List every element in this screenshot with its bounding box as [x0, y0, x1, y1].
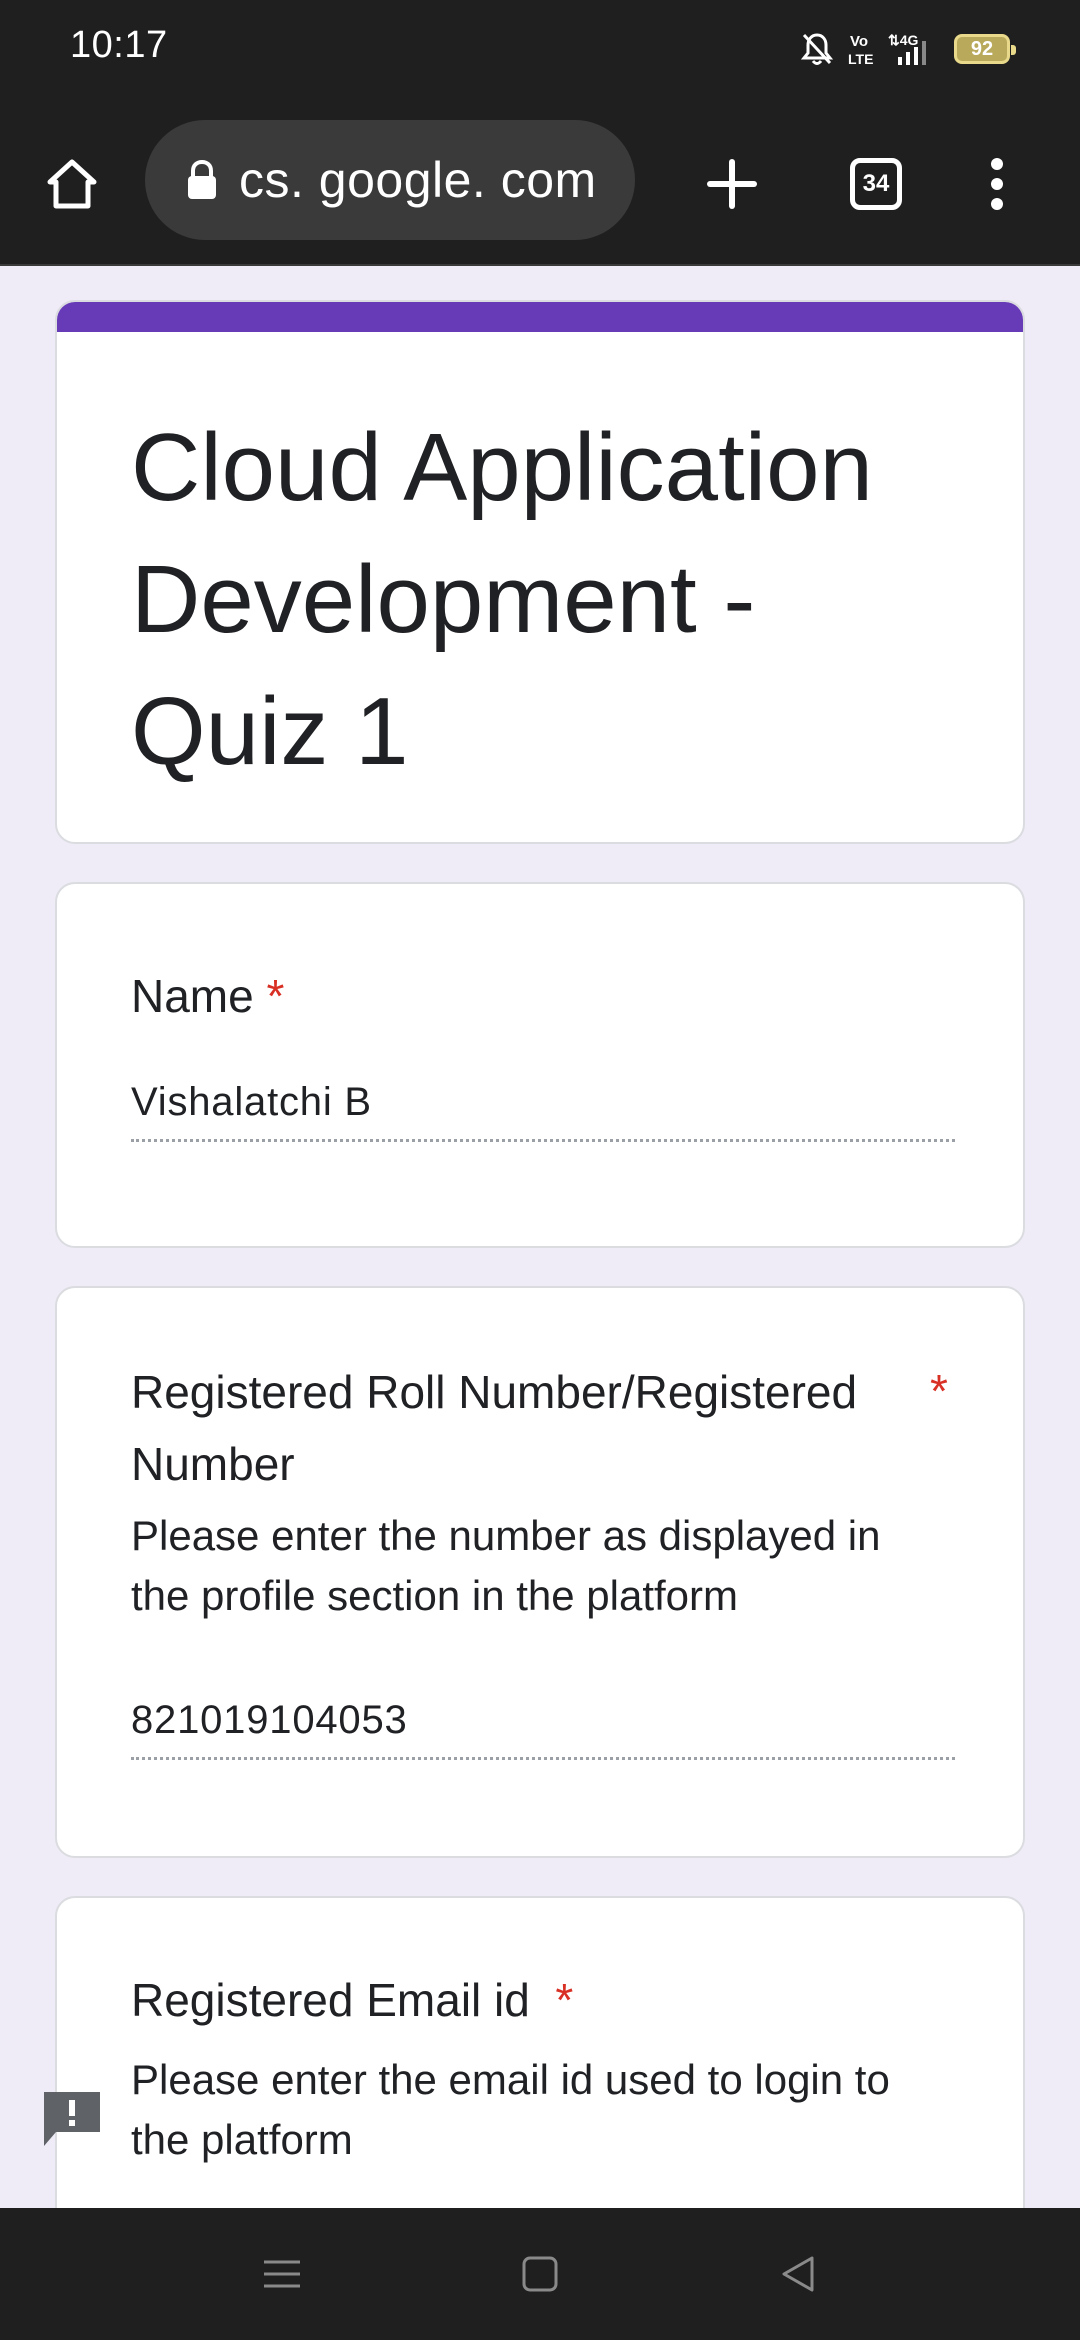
home-button[interactable]: [30, 142, 114, 226]
required-asterisk: *: [930, 1365, 948, 1417]
url-bar[interactable]: cs. google. com: [145, 120, 635, 240]
home-square-icon: [522, 2256, 558, 2292]
form-header-card: Cloud Application Development - Quiz 1: [55, 300, 1025, 844]
name-input[interactable]: Vishalatchi B: [131, 1080, 955, 1142]
description-line: the profile section in the platform: [131, 1572, 738, 1619]
back-triangle-icon: [782, 2256, 814, 2292]
description-line: the platform: [131, 2116, 353, 2163]
home-nav-button[interactable]: [510, 2244, 570, 2304]
recents-menu-icon: [264, 2260, 300, 2288]
question-label-line: Registered Roll Number/Registered: [131, 1366, 858, 1418]
url-text: cs. google. com: [239, 152, 597, 208]
feedback-button[interactable]: [40, 2088, 104, 2150]
question-card-name: Name * Vishalatchi B: [55, 882, 1025, 1248]
svg-text:Vo: Vo: [850, 33, 868, 50]
question-card-email: Registered Email id * Please enter the e…: [55, 1896, 1025, 2208]
required-asterisk: *: [555, 1974, 574, 2026]
browser-toolbar: cs. google. com 34: [0, 100, 1080, 266]
question-description: Please enter the number as displayed in …: [131, 1506, 971, 1626]
battery-level: 92: [970, 37, 994, 60]
more-menu-button[interactable]: [955, 142, 1039, 226]
description-line: Please enter the number as displayed in: [131, 1512, 881, 1559]
required-asterisk: *: [266, 970, 285, 1022]
roll-number-input[interactable]: 821019104053: [131, 1698, 955, 1760]
svg-text:⇅4G: ⇅4G: [888, 32, 919, 48]
status-bar: 10:17 Vo LTE ⇅4G 92: [0, 0, 1080, 100]
4g-signal-icon: ⇅4G: [888, 32, 926, 65]
question-title: Registered Roll Number/Registered Number: [131, 1356, 857, 1500]
svg-text:LTE: LTE: [848, 51, 873, 67]
more-vert-icon: [991, 158, 1003, 210]
question-description: Please enter the email id used to login …: [131, 2050, 971, 2170]
feedback-icon: [44, 2092, 100, 2146]
status-icons: Vo LTE ⇅4G 92: [800, 28, 1016, 70]
lock-icon: [188, 159, 216, 199]
form-accent-bar: [57, 302, 1023, 332]
bell-off-icon: [800, 33, 834, 65]
system-nav-bar: [0, 2208, 1080, 2340]
description-line: Please enter the email id used to login …: [131, 2056, 890, 2103]
question-title: Registered Email id *: [131, 1964, 573, 2036]
battery-icon: 92: [954, 34, 1016, 64]
tabs-icon: 34: [850, 158, 902, 210]
tab-switcher-button[interactable]: 34: [834, 142, 918, 226]
question-label-line: Number: [131, 1438, 295, 1490]
question-label: Registered Email id: [131, 1974, 530, 2026]
question-title: Name *: [131, 960, 284, 1032]
question-card-roll-number: Registered Roll Number/Registered Number…: [55, 1286, 1025, 1858]
form-title: Cloud Application Development - Quiz 1: [131, 414, 873, 785]
recents-button[interactable]: [252, 2244, 312, 2304]
tab-count: 34: [862, 170, 890, 197]
home-icon: [47, 159, 97, 209]
status-time: 10:17: [70, 24, 168, 66]
back-button[interactable]: [768, 2244, 828, 2304]
plus-icon: [707, 159, 757, 209]
volte-icon: Vo LTE: [848, 33, 873, 67]
form-content[interactable]: Cloud Application Development - Quiz 1 N…: [0, 268, 1080, 2208]
new-tab-button[interactable]: [690, 142, 774, 226]
question-label: Name: [131, 970, 254, 1022]
